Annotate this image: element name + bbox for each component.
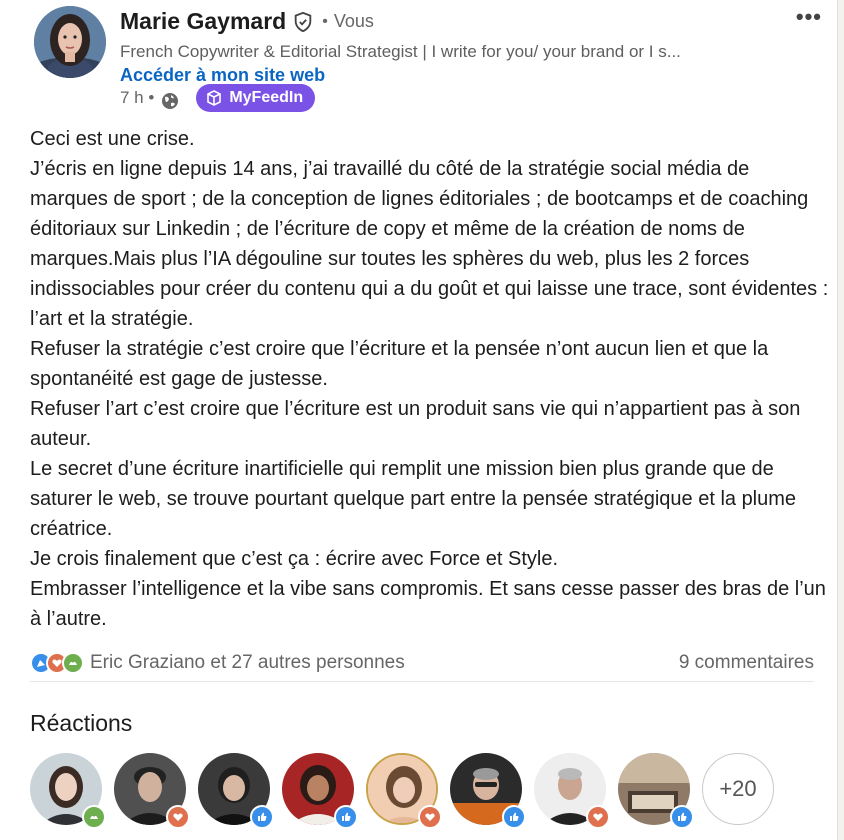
support-icon xyxy=(82,805,106,829)
reactors-list: +20 xyxy=(30,753,774,829)
post-paragraph: Refuser l’art c’est croire que l’écritur… xyxy=(30,398,801,450)
reactions-summary[interactable]: Eric Graziano et 27 autres personnes xyxy=(30,651,405,674)
post-meta: 7 h • MyFeedIn xyxy=(120,84,316,112)
post-paragraph: Embrasser l’intelligence et la vibe sans… xyxy=(30,578,826,630)
reactor-avatar[interactable] xyxy=(618,753,694,829)
website-link[interactable]: Accéder à mon site web xyxy=(120,65,325,86)
reactor-avatar[interactable] xyxy=(282,753,358,829)
myfeedin-badge[interactable]: MyFeedIn xyxy=(196,84,316,112)
post-header: Marie Gaymard • Vous French Copywriter &… xyxy=(34,4,824,116)
comments-count[interactable]: 9 commentaires xyxy=(679,652,814,674)
verified-shield-icon xyxy=(294,11,312,32)
post-paragraph: Le secret d’une écriture inartificielle … xyxy=(30,458,797,540)
post-paragraph: Je crois finalement que c’est ça : écrir… xyxy=(30,548,558,570)
reactor-avatar[interactable] xyxy=(366,753,442,829)
reactor-avatar[interactable] xyxy=(30,753,106,829)
author-name-row: Marie Gaymard • Vous xyxy=(120,8,374,35)
cube-icon xyxy=(207,90,222,106)
post-paragraph: Ceci est une crise. xyxy=(30,128,195,150)
like-icon xyxy=(250,805,274,829)
reactor-avatar[interactable] xyxy=(198,753,274,829)
reactor-avatar[interactable] xyxy=(534,753,610,829)
social-counts-bar: Eric Graziano et 27 autres personnes 9 c… xyxy=(30,644,814,682)
you-label: Vous xyxy=(333,11,374,31)
reactor-avatar[interactable] xyxy=(450,753,526,829)
separator-dot: • xyxy=(322,12,328,30)
reactions-text[interactable]: Eric Graziano et 27 autres personnes xyxy=(90,652,405,674)
post-time: 7 h • xyxy=(120,88,155,107)
post-paragraph: J’écris en ligne depuis 14 ans, j’ai tra… xyxy=(30,158,829,330)
author-headline: French Copywriter & Editorial Strategist… xyxy=(120,42,681,61)
more-options-icon[interactable]: ••• xyxy=(796,4,822,30)
support-icon xyxy=(62,651,84,674)
post-paragraph: Refuser la stratégie c’est croire que l’… xyxy=(30,338,769,390)
like-icon xyxy=(670,805,694,829)
reactor-avatar[interactable] xyxy=(114,753,190,829)
author-avatar[interactable] xyxy=(34,6,106,78)
like-icon xyxy=(502,805,526,829)
badge-label: MyFeedIn xyxy=(229,89,304,106)
post-card: Marie Gaymard • Vous French Copywriter &… xyxy=(0,0,838,840)
love-icon xyxy=(418,805,442,829)
author-name[interactable]: Marie Gaymard xyxy=(120,8,286,35)
love-icon xyxy=(166,805,190,829)
globe-icon xyxy=(162,93,179,109)
love-icon xyxy=(586,805,610,829)
post-body: Ceci est une crise. J’écris en ligne dep… xyxy=(30,124,830,634)
like-icon xyxy=(334,805,358,829)
more-reactors-button[interactable]: +20 xyxy=(702,753,774,825)
reactions-heading: Réactions xyxy=(30,710,133,736)
